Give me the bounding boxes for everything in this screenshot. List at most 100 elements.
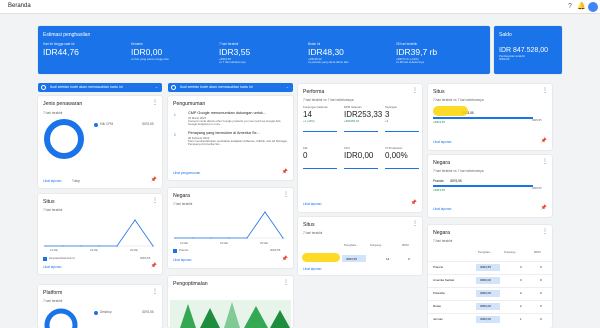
more-icon[interactable]: ⋮: [152, 100, 158, 106]
cell-value: IDR0,00: [480, 317, 492, 321]
view-report-link[interactable]: Lihat laporan: [43, 179, 61, 183]
date-select[interactable]: 7 hari terakhir: [303, 231, 323, 235]
data-point: [264, 211, 266, 213]
date-select[interactable]: 7 hari terakhir: [173, 202, 193, 206]
site-bar: [433, 117, 533, 119]
country-name: Polandia: [433, 291, 445, 295]
data-point: [98, 245, 100, 247]
country-value: IDR3,55: [450, 179, 462, 183]
table-row[interactable]: Jerman IDR0,00 1 0: [428, 313, 552, 325]
date-select[interactable]: 7 hari terakhir: [43, 208, 63, 212]
announcement-title[interactable]: Penayang yang bermukim di Amerika Se...: [188, 131, 260, 135]
card-title: Situs: [43, 199, 55, 205]
stat-sparkline: [344, 131, 378, 132]
countries-line-chart: [173, 211, 285, 239]
date-select[interactable]: 7 hari terakhir vs 7 hari sebelumnya: [433, 169, 484, 173]
card-title: Pengoptimalan: [173, 281, 208, 287]
date-select[interactable]: 7 hari terakhir vs 7 hari sebelumnya: [303, 98, 354, 102]
table-row[interactable]: Rusia IDR0,00 2 0: [428, 300, 552, 312]
earnings-card: Estimasi penghasilan Hari ini hingga saa…: [38, 26, 490, 74]
performance-stat[interactable]: CTR halaman 0,00%: [385, 146, 422, 169]
balance-card[interactable]: Saldo IDR 847.528,00 Pembayaran terakhir…: [494, 26, 562, 74]
pin-icon[interactable]: 📌: [411, 200, 417, 206]
cell-value: IDR0,00: [480, 291, 492, 295]
more-icon[interactable]: ⋮: [542, 88, 548, 94]
sites-line-chart: [43, 219, 155, 247]
more-icon[interactable]: ⋮: [412, 221, 418, 227]
announcement-number: 2: [174, 133, 176, 137]
view-report-link[interactable]: Lihat laporan: [433, 207, 451, 211]
more-icon[interactable]: ⋮: [412, 88, 418, 94]
notifications-icon[interactable]: 🔔: [577, 3, 586, 11]
pin-icon[interactable]: 📌: [151, 263, 157, 269]
chevron-down-icon[interactable]: ⌄: [155, 83, 158, 92]
avatar[interactable]: [588, 2, 598, 12]
date-select[interactable]: 7 hari terakhir: [43, 111, 63, 115]
legend-value: IDR3,55: [140, 256, 151, 260]
view-report-link[interactable]: Lihat laporan: [173, 258, 191, 262]
table-row[interactable]: Amerika Serikat IDR0,00 3 0: [428, 274, 552, 286]
performance-stat[interactable]: Klik 0: [303, 146, 341, 169]
countries-card: Negara ⋮ 7 hari terakhir vs 7 hari sebel…: [428, 155, 552, 217]
country-name: Prancis: [433, 265, 444, 269]
column-header[interactable]: Kunjung...: [370, 243, 384, 247]
help-icon[interactable]: ?: [566, 3, 574, 11]
pin-icon[interactable]: 📌: [541, 205, 547, 211]
view-report-link[interactable]: Lihat laporan: [433, 140, 451, 144]
card-title: Negara: [433, 160, 451, 166]
more-icon[interactable]: ⋮: [283, 280, 289, 286]
banner-left[interactable]: Ikuti setelan kode akan memasukkan kartu…: [38, 83, 162, 92]
bar-end-label: IDR3,55: [532, 187, 542, 190]
date-select[interactable]: 7 hari terakhir: [43, 299, 63, 303]
performance-stat[interactable]: Kunjungan halaman 14 +1 (+8%): [303, 105, 341, 132]
earnings-title: Estimasi penghasilan: [43, 32, 91, 38]
stat-value: 14: [303, 110, 312, 119]
pin-icon[interactable]: 📌: [282, 169, 288, 175]
metric-month: Bulan ini IDR48,30 +IDR48,30 vs periode …: [308, 42, 348, 65]
data-point: [210, 237, 212, 239]
column-header[interactable]: Penghas...: [478, 250, 492, 254]
view-report-link[interactable]: Lihat laporan: [43, 265, 61, 269]
metric-yesterday: Kemarin IDR0,00 vs hari yang sama minggu…: [131, 42, 169, 61]
data-point: [192, 237, 194, 239]
stat-label: Klik: [303, 146, 308, 150]
card-title: Negara: [173, 193, 191, 199]
info-icon: [171, 85, 176, 90]
view-announcements-link[interactable]: Lihat pengumuman: [173, 171, 200, 175]
column-header[interactable]: RPM: [534, 250, 541, 254]
more-icon[interactable]: ⋮: [152, 289, 158, 295]
table-row[interactable]: Prancis IDR3,55 3 0: [428, 261, 552, 273]
series-line: [45, 219, 154, 247]
tick-label: 26 Mar: [260, 242, 269, 245]
close-link[interactable]: Tutup: [72, 179, 80, 183]
pin-icon[interactable]: 📌: [282, 256, 288, 262]
column-header[interactable]: Kunjung...: [504, 250, 518, 254]
column-header[interactable]: RPM: [402, 243, 409, 247]
data-point: [62, 245, 64, 247]
more-icon[interactable]: ⋮: [283, 192, 289, 198]
column-header[interactable]: Penghas...: [344, 243, 358, 247]
pin-icon[interactable]: 📌: [541, 138, 547, 144]
data-point: [116, 245, 118, 247]
announcement-title[interactable]: CMP Google menumumkan dukungan untuk...: [188, 111, 266, 115]
performance-stat[interactable]: CPC IDR0,00: [344, 146, 382, 169]
view-report-link[interactable]: Lihat laporan: [303, 202, 321, 206]
performance-stat[interactable]: RPM halaman IDR253,33 +IDR253,33: [344, 105, 382, 132]
date-select[interactable]: 7 hari terakhir: [433, 239, 453, 243]
pin-icon[interactable]: 📌: [151, 177, 157, 183]
data-point: [80, 245, 82, 247]
banner-mid[interactable]: Ikuti setelan kode akan memasukkan kartu…: [168, 83, 293, 92]
data-point: [134, 219, 136, 221]
chevron-down-icon[interactable]: ⌄: [286, 83, 289, 92]
tick-label: 21 Mar: [50, 249, 59, 252]
cell-visits: 1: [520, 317, 522, 321]
view-report-link[interactable]: Lihat laporan: [303, 267, 321, 271]
more-icon[interactable]: ⋮: [542, 229, 548, 235]
announcement-number: 1: [174, 113, 176, 117]
performance-stat[interactable]: Tayangan 3 +3: [385, 105, 422, 132]
more-icon[interactable]: ⋮: [542, 159, 548, 165]
date-select[interactable]: 7 hari terakhir vs 7 hari sebelumnya: [433, 98, 484, 102]
data-point: [152, 245, 154, 247]
table-row[interactable]: Polandia IDR0,00 2 0: [428, 287, 552, 299]
more-icon[interactable]: ⋮: [152, 198, 158, 204]
